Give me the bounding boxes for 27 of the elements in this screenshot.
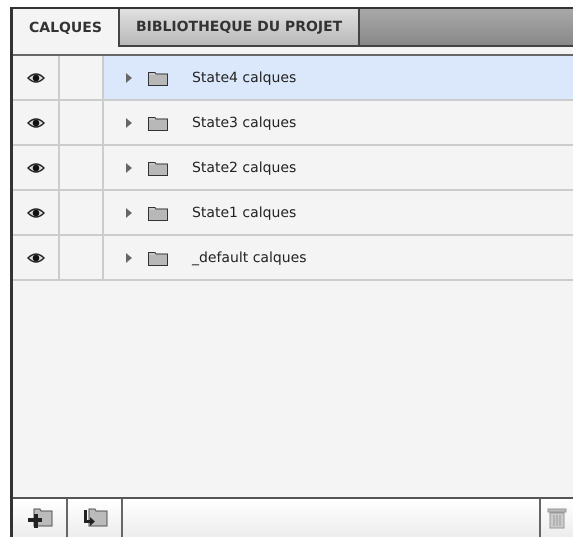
- layer-name: State2 calques: [192, 160, 296, 176]
- layer-row[interactable]: State1 calques: [13, 191, 573, 236]
- eye-icon[interactable]: [26, 116, 44, 128]
- panel-tab[interactable]: BIBLIOTHEQUE DU PROJET: [120, 9, 360, 47]
- eye-icon[interactable]: [26, 162, 44, 174]
- expand-arrow-icon[interactable]: [126, 162, 132, 172]
- expand-arrow-icon[interactable]: [126, 118, 132, 128]
- folder-icon: [148, 204, 168, 220]
- layer-name: State4 calques: [192, 70, 296, 86]
- expand-arrow-icon[interactable]: [126, 208, 132, 218]
- eye-icon[interactable]: [26, 72, 44, 84]
- folder-icon: [148, 70, 168, 86]
- eye-icon[interactable]: [26, 252, 44, 264]
- expand-arrow-icon[interactable]: [126, 252, 132, 262]
- layer-row[interactable]: State2 calques: [13, 146, 573, 191]
- folder-icon: [148, 160, 168, 176]
- layer-name: _default calques: [192, 250, 307, 266]
- eye-icon[interactable]: [26, 206, 44, 218]
- new-folder-icon: [26, 506, 54, 530]
- folder-icon: [148, 114, 168, 130]
- layer-row[interactable]: _default calques: [13, 236, 573, 281]
- layer-name: State3 calques: [192, 114, 296, 130]
- layer-row[interactable]: State3 calques: [13, 101, 573, 146]
- layer-name: State1 calques: [192, 204, 296, 220]
- folder-icon: [148, 250, 168, 266]
- expand-arrow-icon[interactable]: [126, 72, 132, 82]
- layer-row[interactable]: State4 calques: [13, 56, 573, 101]
